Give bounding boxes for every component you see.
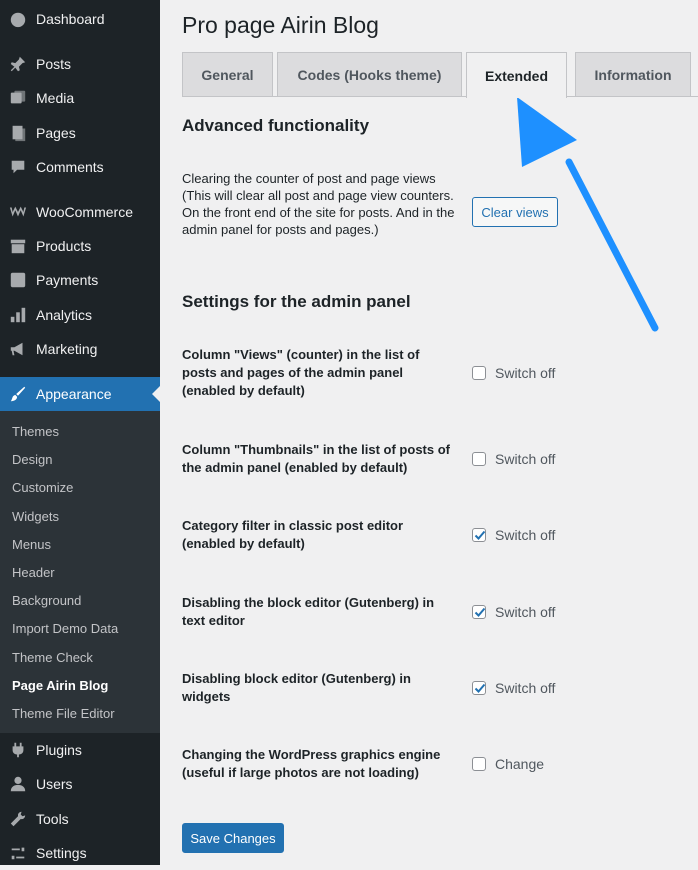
checkbox-label: Change [495,756,545,772]
checkbox-label: Switch off [495,365,556,381]
sidebar-item-label: WooCommerce [36,204,133,220]
submenu-item-header[interactable]: Header [12,565,55,580]
plugins-icon [8,740,28,760]
checkbox-checked[interactable] [472,528,486,542]
users-icon [8,774,28,794]
submenu-item-page-airin-blog[interactable]: Page Airin Blog [12,678,108,693]
sidebar-item-label: Tools [36,811,69,827]
checkbox[interactable] [472,452,486,466]
sidebar-item-woocommerce[interactable]: WooCommerce [0,195,160,229]
megaphone-icon [8,339,28,359]
save-changes-button[interactable]: Save Changes [182,823,284,853]
thumbnails-column-switch[interactable]: Switch off [472,451,555,467]
tab-extended[interactable]: Extended [466,52,567,98]
tab-general[interactable]: General [182,52,273,96]
sidebar-item-products[interactable]: Products [0,229,160,263]
pages-icon [8,123,28,143]
sidebar-item-comments[interactable]: Comments [0,150,160,184]
submenu-item-background[interactable]: Background [12,593,81,608]
tab-information[interactable]: Information [575,52,691,96]
views-column-switch[interactable]: Switch off [472,365,555,381]
admin-sidebar: Dashboard Posts Media Pages Comments Woo… [0,0,160,865]
clear-views-description: Clearing the counter of post and page vi… [182,171,455,237]
category-filter-switch[interactable]: Switch off [472,527,555,543]
sidebar-item-pages[interactable]: Pages [0,116,160,150]
sidebar-item-analytics[interactable]: Analytics [0,298,160,332]
clear-views-button[interactable]: Clear views [472,197,558,227]
sidebar-item-label: Dashboard [36,11,105,27]
settings-icon [8,843,28,863]
sidebar-item-media[interactable]: Media [0,81,160,115]
sidebar-item-label: Appearance [36,386,112,402]
sidebar-item-users[interactable]: Users [0,767,160,801]
block-editor-text-switch[interactable]: Switch off [472,604,555,620]
sidebar-item-label: Plugins [36,742,82,758]
sidebar-item-label: Media [36,90,75,106]
submenu-item-theme-file-editor[interactable]: Theme File Editor [12,706,115,721]
checkbox[interactable] [472,366,486,380]
checkbox-label: Switch off [495,604,556,620]
comments-icon [8,157,28,177]
sidebar-item-label: Users [36,776,73,792]
media-icon [8,88,28,108]
block-editor-widgets-label: Disabling block editor (Gutenberg) in wi… [182,671,411,704]
admin-settings-heading: Settings for the admin panel [182,292,411,311]
sidebar-item-label: Settings [36,845,87,861]
block-editor-widgets-switch[interactable]: Switch off [472,680,555,696]
sidebar-item-payments[interactable]: Payments [0,263,160,297]
graphics-engine-label: Changing the WordPress graphics engine (… [182,747,441,780]
sidebar-item-label: Products [36,238,92,254]
page-title: Pro page Airin Blog [182,12,379,38]
sidebar-item-label: Comments [36,159,104,175]
submenu-item-import-demo-data[interactable]: Import Demo Data [12,621,118,636]
sidebar-item-label: Analytics [36,307,93,323]
submenu-item-customize[interactable]: Customize [12,480,73,495]
thumbnails-column-label: Column "Thumbnails" in the list of posts… [182,442,450,475]
sidebar-item-dashboard[interactable]: Dashboard [0,2,160,36]
sidebar-item-label: Pages [36,125,76,141]
checkbox-checked[interactable] [472,605,486,619]
checkbox[interactable] [472,757,486,771]
views-column-label: Column "Views" (counter) in the list of … [182,347,420,398]
sidebar-item-marketing[interactable]: Marketing [0,332,160,366]
sidebar-item-appearance[interactable]: Appearance [0,377,160,411]
analytics-icon [8,305,28,325]
sidebar-item-tools[interactable]: Tools [0,802,160,836]
wrench-icon [8,809,28,829]
submenu-item-design[interactable]: Design [12,452,52,467]
submenu-item-theme-check[interactable]: Theme Check [12,650,93,665]
appearance-submenu: Themes Design Customize Widgets Menus He… [0,411,160,733]
dashboard-icon [8,9,28,29]
paintbrush-icon [8,384,28,404]
products-icon [8,236,28,256]
tab-codes-hooks-theme[interactable]: Codes (Hooks theme) [277,52,462,96]
checkbox-checked[interactable] [472,681,486,695]
checkbox-label: Switch off [495,680,556,696]
sidebar-item-posts[interactable]: Posts [0,47,160,81]
submenu-item-themes[interactable]: Themes [12,424,59,439]
sidebar-item-label: Marketing [36,341,98,357]
sidebar-item-label: Posts [36,56,72,72]
payments-icon [8,270,28,290]
pin-icon [8,54,28,74]
checkbox-label: Switch off [495,451,556,467]
submenu-item-widgets[interactable]: Widgets [12,509,59,524]
graphics-engine-switch[interactable]: Change [472,756,544,772]
block-editor-text-label: Disabling the block editor (Gutenberg) i… [182,595,435,628]
submenu-item-menus[interactable]: Menus [12,537,51,552]
sidebar-item-label: Payments [36,272,99,288]
category-filter-label: Category filter in classic post editor (… [182,518,404,551]
advanced-functionality-heading: Advanced functionality [182,116,370,135]
sidebar-item-plugins[interactable]: Plugins [0,733,160,767]
tabs-divider [182,96,698,97]
woocommerce-icon [8,202,28,222]
checkbox-label: Switch off [495,527,556,543]
